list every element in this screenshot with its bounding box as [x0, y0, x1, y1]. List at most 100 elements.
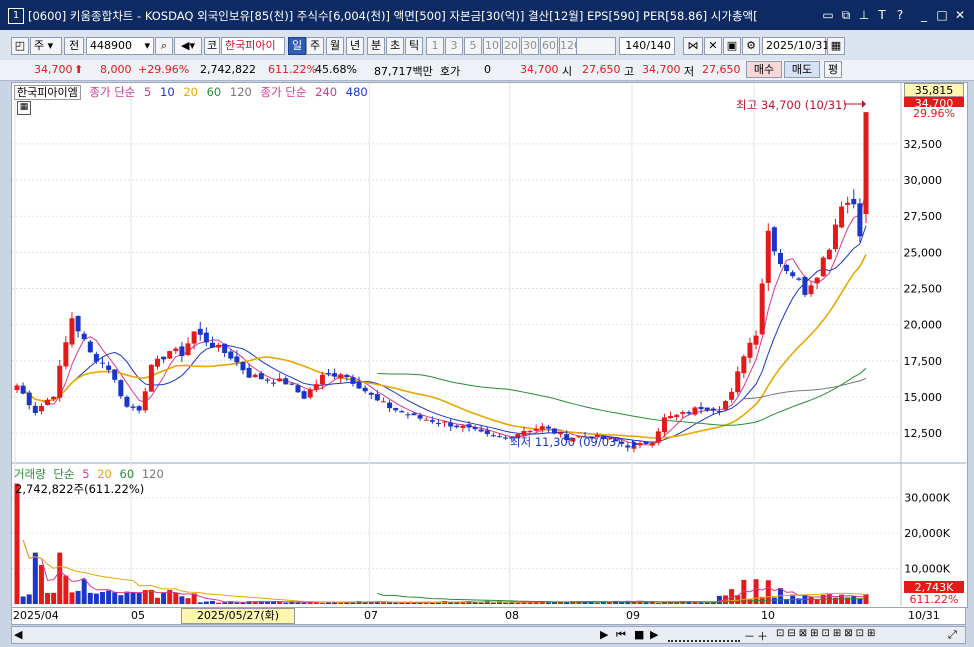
trade-amount: 87,717백만 — [374, 65, 433, 78]
volume: 2,742,822 — [200, 63, 256, 76]
zoom-in-icon[interactable]: ＋ — [757, 628, 768, 644]
buy-button[interactable]: 매수 — [746, 61, 782, 78]
last-volume-pct: 611.22% — [904, 593, 964, 607]
drawing-tools[interactable]: ⊡⊟⊠⊞⊡⊞⊠⊡⊞ — [776, 628, 878, 639]
x-axis-label-5: 10 — [761, 609, 775, 622]
crosshair-icon[interactable]: ✕ — [704, 37, 722, 55]
prev-button[interactable]: 전 — [64, 37, 84, 55]
maximize-icon[interactable]: □ — [934, 7, 950, 23]
date-field[interactable]: 2025/10/31 — [762, 37, 829, 55]
calendar-icon[interactable]: ▦ — [827, 37, 845, 55]
sound-icon[interactable]: ◀▾ — [174, 37, 202, 55]
interval-20[interactable]: 20 — [502, 37, 520, 55]
hoga-label: 호가 — [440, 65, 461, 78]
x-axis-label-1: 05 — [131, 609, 145, 622]
volume-current-value: 2,742,822주(611.22%) — [15, 482, 145, 496]
scroll-right-icon[interactable]: ▶ — [600, 628, 608, 641]
current-price: 34,700 — [34, 63, 73, 76]
tab-3[interactable]: 년 — [346, 37, 364, 55]
low-label: 저 — [684, 65, 695, 78]
volume-legend-ma-120: 120 — [141, 467, 164, 481]
legend-ma-long-label: 종가 단순 — [260, 85, 307, 99]
chart-toolbar: ◰ 주 ▾ 전 448900 ▾ ⌕ ◀▾ 코 한국피아이 일주월년분초틱 135… — [0, 30, 974, 61]
close-icon[interactable]: ✕ — [952, 7, 968, 23]
quote-bar: 34,700 ⬆ 8,000 +29.96% 2,742,822 611.22%… — [0, 60, 974, 81]
x-cursor-label: 2025/05/27(화) — [181, 608, 295, 624]
turnover-pct: 45.68% — [315, 63, 357, 76]
tab-4[interactable]: 분 — [367, 37, 385, 55]
low-price: 27,650 — [702, 63, 741, 76]
interval-10[interactable]: 10 — [483, 37, 501, 55]
stock-code-input[interactable]: 448900 ▾ — [86, 37, 154, 55]
stop-icon[interactable]: ■ — [634, 628, 644, 641]
zoom-slider[interactable] — [668, 628, 740, 642]
legend-ma-60: 60 — [206, 85, 222, 99]
chart-area[interactable] — [11, 82, 968, 608]
legend-ma-20: 20 — [183, 85, 198, 99]
zoom-out-icon[interactable]: － — [744, 628, 755, 644]
legend-ma-label: 종가 단순 — [89, 85, 136, 99]
settings-icon[interactable]: T — [874, 7, 890, 23]
volume-legend: 거래량 단순 5 20 60 120 — [14, 466, 168, 482]
tab-6[interactable]: 틱 — [405, 37, 423, 55]
legend-ma-5: 5 — [144, 85, 152, 99]
minimize-icon[interactable]: _ — [916, 7, 932, 23]
price-change-pct: +29.96% — [138, 63, 190, 76]
interval-30[interactable]: 30 — [521, 37, 539, 55]
count-field[interactable]: 140/140 — [619, 37, 675, 55]
chart-type-icon[interactable]: ◰ — [11, 37, 29, 55]
gear-icon[interactable]: ⚙ — [742, 37, 760, 55]
help-icon[interactable]: ? — [892, 7, 908, 23]
pin-icon[interactable]: ⊥ — [856, 7, 872, 23]
interval-3[interactable]: 3 — [445, 37, 463, 55]
table-icon[interactable]: ▦ — [17, 101, 31, 115]
sell-button[interactable]: 매도 — [784, 61, 820, 78]
tab-0[interactable]: 일 — [288, 37, 306, 55]
volume-legend-ma-60: 60 — [119, 467, 135, 481]
restore-icon[interactable]: ▭ — [820, 7, 836, 23]
interval-60[interactable]: 60 — [540, 37, 558, 55]
window-number: 1 — [8, 8, 24, 24]
search-icon[interactable]: ⌕ — [155, 37, 173, 55]
high-price: 34,700 — [642, 63, 681, 76]
x-axis-label-0: 2025/04 — [13, 609, 59, 622]
volume-legend-ma-20: 20 — [97, 467, 112, 481]
interval-dropdown[interactable] — [576, 37, 616, 55]
open-price: 27,650 — [582, 63, 621, 76]
x-axis-right-label: 10/31 — [908, 609, 940, 622]
legend-ma-10: 10 — [160, 85, 175, 99]
code-type-button[interactable]: 코 — [204, 37, 220, 55]
interval-1[interactable]: 1 — [426, 37, 444, 55]
period-select-value: 주 — [34, 39, 45, 52]
compare-icon[interactable]: ⋈ — [683, 37, 703, 55]
high-annotation: 최고 34,700 (10/31) — [736, 98, 847, 112]
fullscreen-icon[interactable]: ⤢ — [948, 628, 957, 642]
save-icon[interactable]: ▣ — [723, 37, 741, 55]
high-label: 고 — [624, 65, 635, 78]
open-label: 시 — [562, 65, 573, 78]
legend-stock-name[interactable]: 한국피아이엠 — [14, 85, 81, 100]
x-axis-label-3: 08 — [505, 609, 519, 622]
chevron-down-icon[interactable]: ▾ — [144, 38, 150, 54]
volume-pct: 611.22% — [268, 63, 317, 76]
price-legend: 한국피아이엠 종가 단순 5 10 20 60 120 종가 단순 240 48… — [14, 84, 373, 100]
play-icon[interactable]: ▶ — [650, 628, 658, 641]
legend-ma-480: 480 — [345, 85, 368, 99]
ask-price: 34,700 — [520, 63, 559, 76]
tab-5[interactable]: 초 — [386, 37, 404, 55]
volume-legend-ma-label: 단순 — [53, 467, 75, 481]
up-arrow-icon: ⬆ — [74, 63, 84, 76]
stock-code-value: 448900 — [90, 39, 132, 52]
rewind-icon[interactable]: ⏮ — [616, 628, 626, 642]
eval-button[interactable]: 평 — [824, 61, 842, 78]
scroll-left-icon[interactable]: ◀ — [14, 628, 22, 641]
x-axis-label-2: 07 — [364, 609, 378, 622]
tab-2[interactable]: 월 — [326, 37, 344, 55]
interval-5[interactable]: 5 — [464, 37, 482, 55]
tile-icon[interactable]: ⧉ — [838, 7, 854, 23]
period-select[interactable]: 주 ▾ — [30, 37, 62, 55]
volume-legend-ma-5: 5 — [82, 467, 90, 481]
volume-legend-title: 거래량 — [14, 467, 46, 481]
tab-1[interactable]: 주 — [306, 37, 324, 55]
stock-name-field[interactable]: 한국피아이 — [221, 37, 285, 55]
